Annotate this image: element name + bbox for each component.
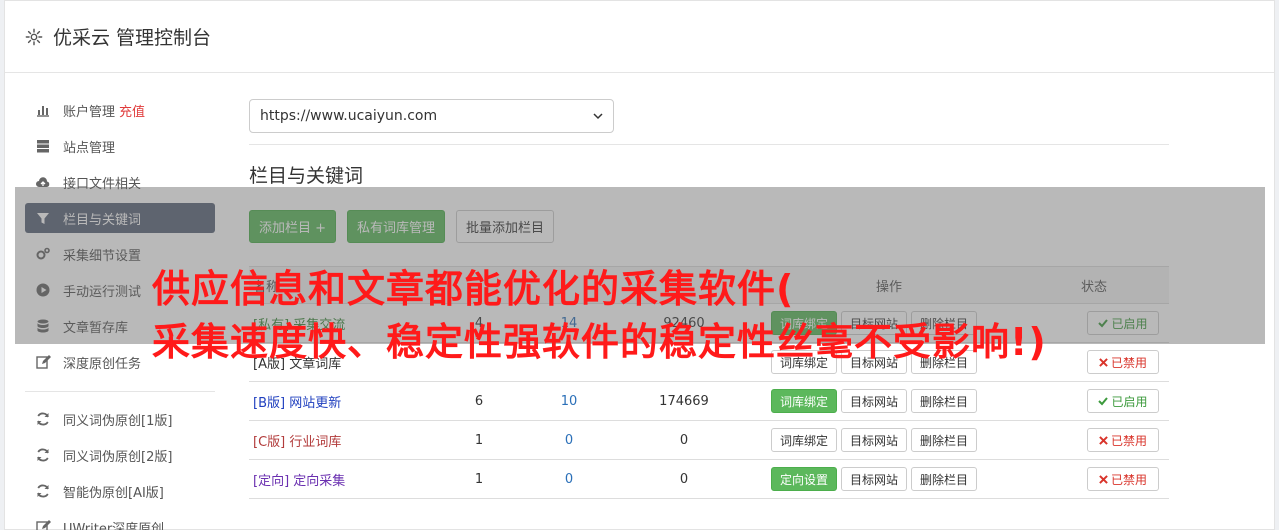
row-tag: [C版] xyxy=(253,434,286,450)
refresh-icon xyxy=(35,447,51,463)
row-tag: [定向] xyxy=(253,473,290,489)
sidebar-item[interactable]: 站点管理 xyxy=(25,131,215,161)
overlay-line-1: 供应信息和文章都能优化的采集软件( xyxy=(152,267,795,311)
sidebar-item-label: 同义词伪原创[1版] xyxy=(63,413,173,429)
page-title: 优采云 管理控制台 xyxy=(53,27,212,49)
edit-icon xyxy=(35,354,51,370)
row-state: 已启用 xyxy=(1019,389,1169,413)
sidebar-item-label: 同义词伪原创[2版] xyxy=(63,449,173,465)
row-count-a: 1 xyxy=(474,432,484,448)
recharge-link[interactable]: 充值 xyxy=(119,101,145,120)
sidebar-item[interactable]: 智能伪原创[AI版] xyxy=(25,476,215,506)
refresh-icon xyxy=(35,483,51,499)
table-row: [C版] 行业词库 1 0 0 词库绑定 目标网站 删除栏目 已禁用 xyxy=(249,421,1169,460)
row-state: 已禁用 xyxy=(1019,467,1169,491)
sidebar-item[interactable]: 同义词伪原创[2版] xyxy=(25,440,215,470)
row-title: 网站更新 xyxy=(289,395,342,411)
delete-column-button[interactable]: 删除栏目 xyxy=(911,428,978,452)
refresh-icon xyxy=(35,411,51,427)
state-label: 已禁用 xyxy=(1110,472,1147,487)
sidebar-item[interactable]: 同义词伪原创[1版] xyxy=(25,404,215,434)
section-title: 栏目与关键词 xyxy=(249,165,364,187)
divider xyxy=(249,144,1169,145)
overlay-line-2: 采集速度快、稳定性强软件的稳定性丝毫不受影响!) xyxy=(152,320,1047,364)
row-count-b[interactable]: 10 xyxy=(529,394,609,409)
state-toggle-button[interactable]: 已启用 xyxy=(1087,389,1159,413)
site-select[interactable]: https://www.ucaiyun.com xyxy=(249,99,614,133)
row-tag: [B版] xyxy=(253,395,286,411)
row-count-a: 1 xyxy=(474,471,484,487)
bind-lib-button[interactable]: 词库绑定 xyxy=(771,389,838,413)
bind-lib-button[interactable]: 词库绑定 xyxy=(771,428,838,452)
delete-column-button[interactable]: 删除栏目 xyxy=(911,389,978,413)
gear-icon xyxy=(25,28,43,45)
edit-icon xyxy=(35,519,51,530)
chevron-down-icon xyxy=(593,113,603,120)
row-title: 定向采集 xyxy=(293,473,346,489)
bind-lib-button[interactable]: 定向设置 xyxy=(771,467,838,491)
row-count-c: 0 xyxy=(679,471,689,487)
server-icon xyxy=(35,138,51,154)
target-site-button[interactable]: 目标网站 xyxy=(841,428,908,452)
close-icon xyxy=(1099,435,1108,445)
state-label: 已禁用 xyxy=(1110,433,1147,448)
check-icon xyxy=(1098,397,1109,406)
target-site-button[interactable]: 目标网站 xyxy=(841,467,908,491)
row-count-b[interactable]: 0 xyxy=(529,433,609,448)
bar-chart-icon xyxy=(35,102,51,118)
state-label: 已启用 xyxy=(1111,394,1148,409)
panel-header: 优采云 管理控制台 xyxy=(5,1,1274,73)
row-count-b[interactable]: 0 xyxy=(529,472,609,487)
sidebar-divider xyxy=(25,391,215,392)
row-title: 行业词库 xyxy=(289,434,342,450)
sidebar-item-label: 账户管理 xyxy=(63,104,116,120)
delete-column-button[interactable]: 删除栏目 xyxy=(911,467,978,491)
row-ops: 词库绑定 目标网站 删除栏目 xyxy=(759,428,1019,452)
sidebar-item-label: 智能伪原创[AI版] xyxy=(63,485,164,501)
sidebar-item-label: UWriter深度原创 xyxy=(63,521,165,530)
target-site-button[interactable]: 目标网站 xyxy=(841,389,908,413)
row-name[interactable]: [定向] 定向采集 xyxy=(249,470,429,489)
row-name[interactable]: [B版] 网站更新 xyxy=(249,392,429,411)
overlay-caption: 供应信息和文章都能优化的采集软件( 采集速度快、稳定性强软件的稳定性丝毫不受影响… xyxy=(152,263,1272,369)
sidebar-item[interactable]: UWriter深度原创 xyxy=(25,512,215,530)
row-count-c: 174669 xyxy=(659,393,709,409)
row-ops: 定向设置 目标网站 删除栏目 xyxy=(759,467,1019,491)
site-select-value: https://www.ucaiyun.com xyxy=(260,108,438,124)
sidebar-item[interactable]: 账户管理 充值 xyxy=(25,95,215,125)
close-icon xyxy=(1099,474,1108,484)
state-toggle-button[interactable]: 已禁用 xyxy=(1087,467,1159,491)
state-toggle-button[interactable]: 已禁用 xyxy=(1087,428,1159,452)
sidebar-item-label: 站点管理 xyxy=(63,140,116,156)
row-name[interactable]: [C版] 行业词库 xyxy=(249,431,429,450)
row-state: 已禁用 xyxy=(1019,428,1169,452)
table-row: [B版] 网站更新 6 10 174669 词库绑定 目标网站 删除栏目 已启用 xyxy=(249,382,1169,421)
table-row: [定向] 定向采集 1 0 0 定向设置 目标网站 删除栏目 已禁用 xyxy=(249,460,1169,499)
sidebar-item-label: 深度原创任务 xyxy=(63,356,142,372)
row-count-a: 6 xyxy=(474,393,484,409)
row-ops: 词库绑定 目标网站 删除栏目 xyxy=(759,389,1019,413)
row-count-c: 0 xyxy=(679,432,689,448)
